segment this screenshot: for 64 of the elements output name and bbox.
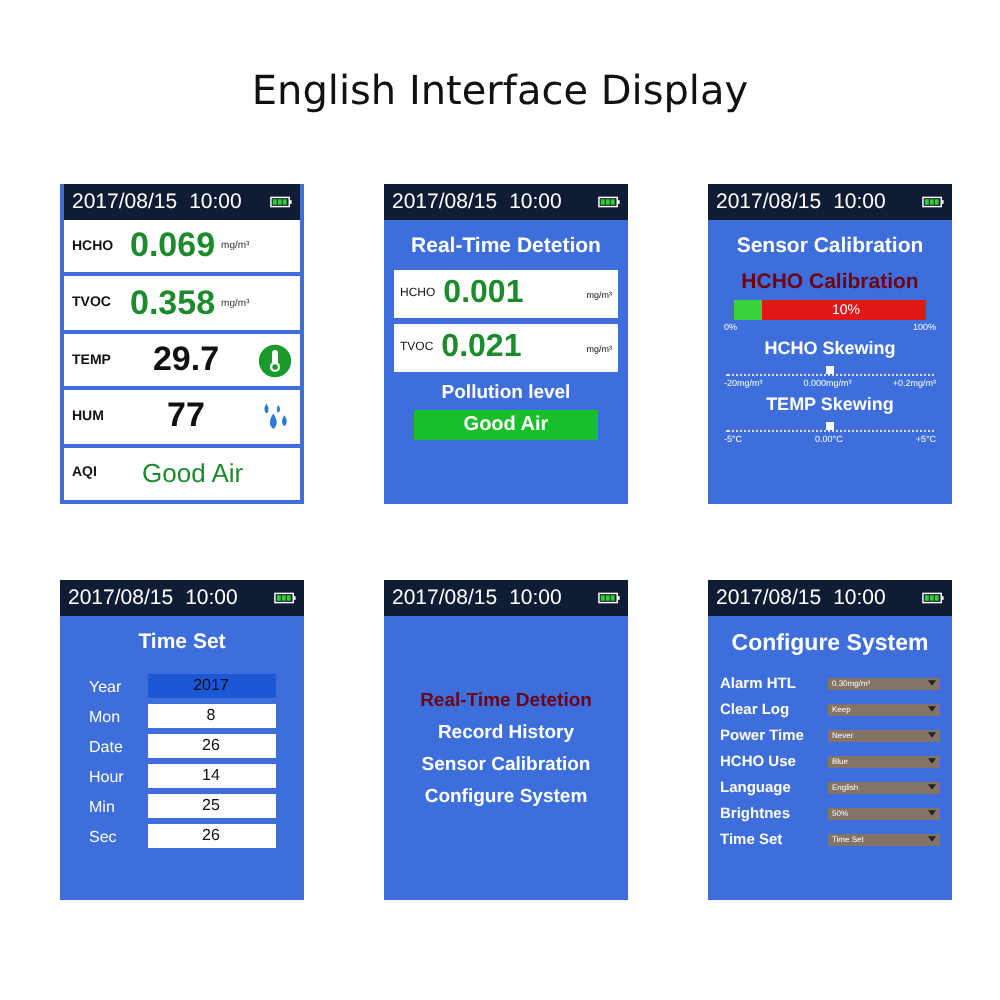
menu-item[interactable]: Real-Time Detetion — [420, 689, 592, 711]
date-text: 2017/08/15 — [72, 190, 178, 214]
battery-icon — [922, 592, 944, 604]
date-text: 2017/08/15 — [392, 586, 498, 610]
input-field[interactable]: 25 — [147, 794, 275, 818]
droplets-icon — [258, 399, 292, 434]
caret-icon — [928, 732, 936, 738]
reading-value: 29.7 — [150, 340, 222, 381]
caret-icon — [928, 758, 936, 764]
input-field[interactable]: 14 — [147, 764, 275, 788]
reading-value: 0.001 — [443, 276, 524, 312]
time-text: 10:00 — [833, 190, 886, 214]
date-text: 2017/08/15 — [716, 586, 822, 610]
screen-title: Time Set — [138, 630, 226, 654]
field-label: Hour — [89, 767, 126, 785]
time-text: 10:00 — [185, 586, 238, 610]
reading-value: 0.358 — [130, 283, 216, 324]
battery-icon — [598, 196, 620, 208]
field-label: Mon — [89, 707, 123, 725]
reading-value: Good Air — [142, 458, 244, 489]
slider-title: HCHO Skewing — [764, 338, 896, 358]
time-text: 10:00 — [833, 586, 886, 610]
status-badge: Good Air — [414, 410, 598, 440]
date-text: 2017/08/15 — [68, 586, 174, 610]
caret-icon — [928, 836, 936, 842]
date-text: 2017/08/15 — [716, 190, 822, 214]
menu-item[interactable]: Sensor Calibration — [421, 753, 591, 775]
caret-icon — [928, 810, 936, 816]
time-text: 10:00 — [509, 586, 562, 610]
field-label: Date — [89, 737, 125, 755]
input-field[interactable]: 26 — [147, 734, 275, 758]
screen-title: Configure System — [731, 632, 929, 656]
slider-track[interactable] — [726, 420, 934, 432]
slider-track[interactable] — [726, 364, 934, 376]
field-label: Year — [89, 677, 124, 695]
menu-item[interactable]: Record History — [437, 721, 575, 743]
date-text: 2017/08/15 — [392, 190, 498, 214]
reading-value: 0.021 — [441, 330, 522, 366]
input-field[interactable]: 2017 — [147, 674, 275, 698]
thermometer-icon — [258, 343, 292, 378]
time-text: 10:00 — [509, 190, 562, 214]
input-field[interactable]: 8 — [147, 704, 275, 728]
battery-icon — [598, 592, 620, 604]
page-title: English Interface Display — [249, 64, 751, 118]
input-field[interactable]: 26 — [147, 824, 275, 848]
slider-title: TEMP Skewing — [766, 394, 894, 414]
slider-thumb[interactable] — [826, 422, 834, 430]
field-label: Min — [89, 797, 117, 815]
caret-icon — [928, 706, 936, 712]
battery-icon — [922, 196, 944, 208]
menu-item[interactable]: Configure System — [424, 785, 588, 807]
battery-icon — [270, 196, 292, 208]
subtitle: HCHO Calibration — [741, 270, 919, 294]
screen-title: Sensor Calibration — [736, 234, 924, 258]
screen-title: Real-Time Detetion — [411, 234, 601, 258]
battery-icon — [274, 592, 296, 604]
slider-thumb[interactable] — [826, 366, 834, 374]
caret-icon — [928, 680, 936, 686]
field-label: Sec — [89, 827, 119, 845]
reading-value: 0.069 — [130, 226, 216, 267]
time-text: 10:00 — [189, 190, 242, 214]
reading-value: 77 — [165, 396, 207, 437]
caret-icon — [928, 784, 936, 790]
pollution-label: Pollution level — [441, 382, 571, 404]
